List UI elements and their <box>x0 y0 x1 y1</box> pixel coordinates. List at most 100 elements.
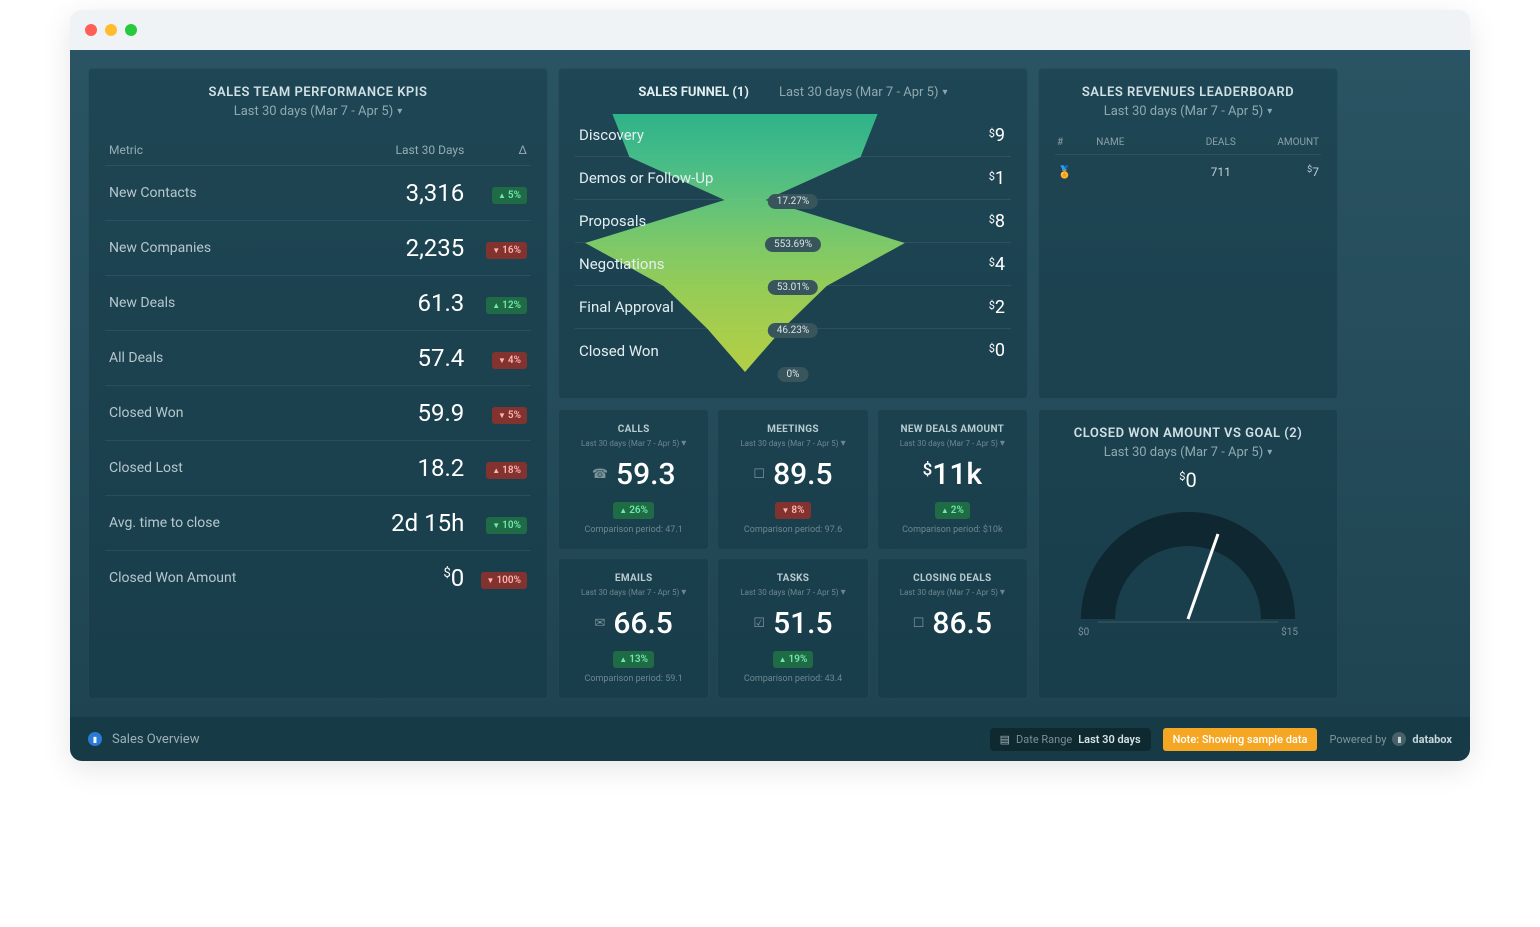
card-delta: ▼ 8% <box>775 502 810 519</box>
leaderboard-header: # NAME DEALS AMOUNT <box>1055 137 1321 155</box>
card-comparison: Comparison period: 59.1 <box>567 674 700 684</box>
funnel-stage-label: Negotiations <box>579 255 664 273</box>
metric-card: MEETINGS Last 30 days (Mar 7 - Apr 5)▾ ☐ 89… <box>717 409 868 550</box>
kpi-delta: ▼ 5% <box>464 403 527 424</box>
dashboard: SALES TEAM PERFORMANCE KPIS Last 30 days… <box>70 50 1470 717</box>
card-title: NEW DEALS AMOUNT <box>886 424 1019 435</box>
date-range-label: Date Range <box>1016 733 1072 746</box>
card-range-selector[interactable]: Last 30 days (Mar 7 - Apr 5)▾ <box>567 587 700 598</box>
card-value: 86.5 <box>932 606 992 641</box>
funnel-stage-label: Closed Won <box>579 342 659 360</box>
kpi-row: Closed Lost18.2▲ 18% <box>105 440 531 495</box>
chevron-down-icon: ▾ <box>397 106 402 117</box>
card-comparison: Comparison period: 47.1 <box>567 525 700 535</box>
window-titlebar <box>70 10 1470 50</box>
card-range-selector[interactable]: Last 30 days (Mar 7 - Apr 5)▾ <box>567 438 700 449</box>
funnel-stage-label: Discovery <box>579 126 644 144</box>
card-comparison: Comparison period: 97.6 <box>726 525 859 535</box>
gauge-range-selector[interactable]: Last 30 days (Mar 7 - Apr 5) ▾ <box>1104 445 1273 460</box>
metric-card: EMAILSLast 30 days (Mar 7 - Apr 5)▾✉66.5… <box>558 558 709 699</box>
kpi-delta: ▼ 100% <box>464 568 527 589</box>
window-minimize-icon[interactable] <box>105 24 117 36</box>
leaderboard-rank: 🏅 <box>1057 165 1096 179</box>
gauge-title: CLOSED WON AMOUNT VS GOAL (2) <box>1074 426 1303 441</box>
kpi-title: SALES TEAM PERFORMANCE KPIS <box>105 85 531 100</box>
funnel-stage-label: Final Approval <box>579 298 674 316</box>
window-maximize-icon[interactable] <box>125 24 137 36</box>
kpi-row: New Contacts3,316▲ 5% <box>105 165 531 220</box>
funnel-stage-value: $0 <box>989 340 1005 361</box>
card-delta: ▲ 13% <box>613 651 654 668</box>
leaderboard-range-selector[interactable]: Last 30 days (Mar 7 - Apr 5) ▾ <box>1055 104 1321 119</box>
funnel-stage-value: $4 <box>989 254 1005 275</box>
leaderboard-deals: 711 <box>1188 165 1254 179</box>
card-icon: ☐ <box>753 467 765 482</box>
leaderboard-panel: SALES REVENUES LEADERBOARD Last 30 days … <box>1038 68 1338 399</box>
funnel-conversion-pct: 46.23% <box>768 323 818 338</box>
card-range-selector[interactable]: Last 30 days (Mar 7 - Apr 5)▾ <box>726 587 859 598</box>
kpi-rows: New Contacts3,316▲ 5%New Companies2,235▼… <box>105 165 531 605</box>
card-comparison: Comparison period: 43.4 <box>726 674 859 684</box>
card-title: MEETINGS <box>726 424 859 435</box>
kpi-value: $0 <box>297 564 464 592</box>
chevron-down-icon: ▾ <box>681 438 686 449</box>
kpi-delta: ▲ 18% <box>464 458 527 479</box>
card-title: TASKS <box>726 573 859 584</box>
card-range-selector[interactable]: Last 30 days (Mar 7 - Apr 5)▾ <box>886 587 1019 598</box>
card-title: EMAILS <box>567 573 700 584</box>
kpi-value: 3,316 <box>297 179 464 207</box>
funnel-conversion-pct: 0% <box>778 367 809 382</box>
card-value: 89.5 <box>773 457 833 492</box>
window-close-icon[interactable] <box>85 24 97 36</box>
kpi-header-period: Last 30 Days <box>297 143 464 157</box>
kpi-row: Closed Won59.9▼ 5% <box>105 385 531 440</box>
card-icon: ☐ <box>913 616 925 631</box>
card-comparison: Comparison period: $10k <box>886 525 1019 535</box>
kpi-panel: SALES TEAM PERFORMANCE KPIS Last 30 days… <box>88 68 548 699</box>
card-delta: ▲ 19% <box>773 651 814 668</box>
kpi-metric: New Deals <box>109 295 297 311</box>
kpi-delta: ▲ 5% <box>464 183 527 204</box>
chevron-down-icon: ▾ <box>681 587 686 598</box>
funnel-range-selector[interactable]: Last 30 days (Mar 7 - Apr 5) ▾ <box>779 85 948 100</box>
date-range-selector[interactable]: ▤ Date Range Last 30 days <box>990 728 1151 751</box>
kpi-row: All Deals57.4▼ 4% <box>105 330 531 385</box>
kpi-value: 59.9 <box>297 399 464 427</box>
leaderboard-name <box>1096 165 1188 179</box>
kpi-value: 61.3 <box>297 289 464 317</box>
powered-by: Powered by ▮ databox <box>1329 732 1452 746</box>
kpi-metric: Avg. time to close <box>109 515 297 531</box>
kpi-metric: All Deals <box>109 350 297 366</box>
kpi-metric: New Contacts <box>109 185 297 201</box>
kpi-header-metric: Metric <box>109 143 297 157</box>
leaderboard-header-deals: DEALS <box>1188 137 1254 148</box>
card-icon: ☑ <box>753 616 765 631</box>
dashboard-footer: ▮ Sales Overview ▤ Date Range Last 30 da… <box>70 717 1470 761</box>
card-delta: ▲ 26% <box>613 502 654 519</box>
leaderboard-header-amount: AMOUNT <box>1253 137 1319 148</box>
kpi-row: Closed Won Amount$0▼ 100% <box>105 550 531 605</box>
card-range-selector[interactable]: Last 30 days (Mar 7 - Apr 5)▾ <box>886 438 1019 449</box>
chevron-down-icon: ▾ <box>943 87 948 98</box>
dashboard-name[interactable]: Sales Overview <box>112 732 199 747</box>
kpi-range-selector[interactable]: Last 30 days (Mar 7 - Apr 5) ▾ <box>105 104 531 119</box>
kpi-range-label: Last 30 days (Mar 7 - Apr 5) <box>234 104 394 119</box>
kpi-metric: Closed Won <box>109 405 297 421</box>
kpi-row: Avg. time to close2d 15h▼ 10% <box>105 495 531 550</box>
funnel-stage: Demos or Follow-Up$117.27% <box>575 157 1011 200</box>
card-title: CALLS <box>567 424 700 435</box>
chevron-down-icon: ▾ <box>841 587 846 598</box>
metric-cards-grid: CALLSLast 30 days (Mar 7 - Apr 5)▾☎59.3▲… <box>558 409 1028 699</box>
metric-card: CLOSING DEALSLast 30 days (Mar 7 - Apr 5… <box>877 558 1028 699</box>
funnel-stage-value: $9 <box>989 125 1005 146</box>
funnel-stage-value: $1 <box>989 168 1005 189</box>
kpi-row: New Companies2,235▼ 16% <box>105 220 531 275</box>
leaderboard-header-rank: # <box>1057 137 1096 148</box>
kpi-value: 2d 15h <box>297 509 464 537</box>
chevron-down-icon: ▾ <box>1000 587 1005 598</box>
calendar-icon: ▤ <box>1000 733 1010 746</box>
brand-name[interactable]: databox <box>1412 733 1452 746</box>
card-range-selector[interactable]: Last 30 days (Mar 7 - Apr 5)▾ <box>726 438 859 449</box>
kpi-metric: Closed Won Amount <box>109 570 297 586</box>
app-window: SALES TEAM PERFORMANCE KPIS Last 30 days… <box>70 10 1470 761</box>
